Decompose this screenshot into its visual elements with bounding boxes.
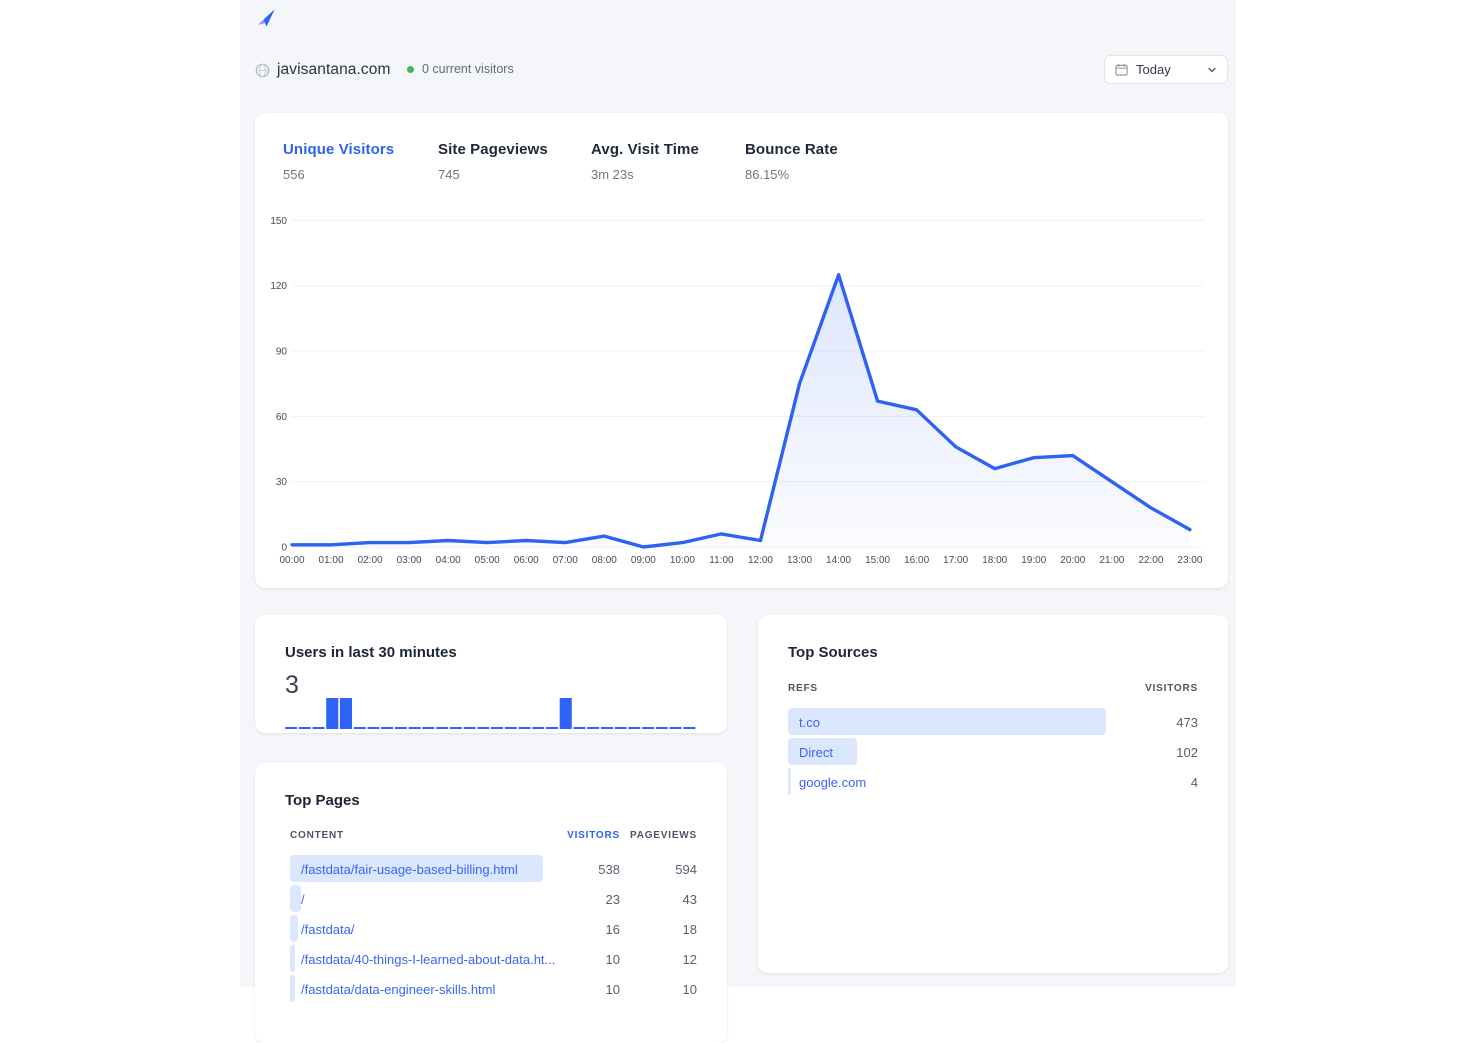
svg-text:20:00: 20:00 [1060,555,1085,566]
chevron-down-icon [1207,65,1217,75]
svg-text:0: 0 [281,543,287,554]
top-pages-title: Top Pages [285,792,360,809]
source-visitors-value: 102 [1176,745,1198,760]
source-visitors-value: 473 [1176,715,1198,730]
svg-text:11:00: 11:00 [709,555,734,566]
svg-text:120: 120 [270,281,287,292]
svg-text:12:00: 12:00 [748,555,773,566]
current-visitors-label: 0 current visitors [422,62,514,76]
page-visitors-value: 16 [606,922,620,937]
svg-text:19:00: 19:00 [1021,555,1046,566]
main-chart-card: Unique Visitors 556 Site Pageviews 745 A… [255,113,1228,588]
page-link[interactable]: /fastdata/fair-usage-based-billing.html [301,862,518,877]
row-value-bar [290,885,301,912]
svg-text:05:00: 05:00 [475,555,500,566]
svg-text:14:00: 14:00 [826,555,851,566]
svg-text:23:00: 23:00 [1177,555,1202,566]
top-sources-title: Top Sources [788,644,878,661]
row-value-bar [290,915,298,942]
svg-text:16:00: 16:00 [904,555,929,566]
svg-text:13:00: 13:00 [787,555,812,566]
page-link[interactable]: /fastdata/data-engineer-skills.html [301,982,495,997]
date-range-value: Today [1136,62,1207,77]
page-visitors-value: 23 [606,892,620,907]
last-30-minutes-bar-chart [285,698,697,729]
top-pages-card: Top Pages CONTENT VISITORS PAGEVIEWS /fa… [255,763,727,1043]
svg-text:15:00: 15:00 [865,555,890,566]
date-range-select[interactable]: Today [1104,55,1228,84]
globe-icon [255,63,270,78]
row-value-bar [290,975,295,1002]
svg-text:01:00: 01:00 [319,555,344,566]
svg-text:17:00: 17:00 [943,555,968,566]
svg-text:10:00: 10:00 [670,555,695,566]
page-pageviews-value: 12 [683,952,697,967]
column-refs: REFS [788,683,818,694]
last-30-minutes-title: Users in last 30 minutes [285,644,457,661]
svg-text:22:00: 22:00 [1138,555,1163,566]
row-value-bar [290,945,295,972]
source-row[interactable]: t.co 473 [758,708,1228,735]
page-pageviews-value: 594 [675,862,697,877]
svg-text:60: 60 [276,412,288,423]
last-30-minutes-count: 3 [285,671,299,700]
page-pageviews-value: 18 [683,922,697,937]
visitors-line-chart: 0 30 60 90 120 150 00:00 01:00 02:00 03:00 04:00 05… [255,113,1228,588]
calendar-icon [1115,63,1128,76]
svg-text:150: 150 [270,216,287,227]
logo-paper-plane-icon[interactable] [255,7,277,29]
source-link[interactable]: t.co [799,715,820,730]
last-30-minutes-card: Users in last 30 minutes 3 [255,615,727,733]
source-visitors-value: 4 [1191,775,1198,790]
page-visitors-value: 10 [606,982,620,997]
page-pageviews-value: 43 [683,892,697,907]
page-row[interactable]: / 23 43 [255,885,727,912]
column-pageviews[interactable]: PAGEVIEWS [630,830,697,841]
page-visitors-value: 10 [606,952,620,967]
row-value-bar [788,768,791,795]
svg-text:30: 30 [276,477,288,488]
svg-text:18:00: 18:00 [982,555,1007,566]
page-row[interactable]: /fastdata/40-things-I-learned-about-data… [255,945,727,972]
site-name: javisantana.com [277,61,391,79]
column-content: CONTENT [290,830,344,841]
current-visitors: 0 current visitors [407,62,514,76]
page-row[interactable]: /fastdata/16 18 [255,915,727,942]
svg-text:90: 90 [276,347,288,358]
svg-text:06:00: 06:00 [514,555,539,566]
page-link[interactable]: /fastdata/ [301,922,354,937]
page-row[interactable]: /fastdata/fair-usage-based-billing.html 5… [255,855,727,882]
svg-text:09:00: 09:00 [631,555,656,566]
source-row[interactable]: google.com 4 [758,768,1228,795]
svg-text:07:00: 07:00 [553,555,578,566]
svg-text:00:00: 00:00 [279,555,304,566]
page-link[interactable]: /fastdata/40-things-I-learned-about-data… [301,952,555,967]
svg-text:04:00: 04:00 [436,555,461,566]
analytics-app: javisantana.com 0 current visitors Today… [240,0,1236,987]
svg-text:08:00: 08:00 [592,555,617,566]
page-visitors-value: 538 [598,862,620,877]
source-link[interactable]: Direct [799,745,833,760]
top-sources-card: Top Sources REFS VISITORS t.co 473 Direct 1… [758,615,1228,973]
online-dot-icon [407,66,414,73]
page-link[interactable]: / [301,892,305,907]
svg-text:03:00: 03:00 [397,555,422,566]
svg-text:02:00: 02:00 [358,555,383,566]
site-switcher[interactable]: javisantana.com [255,59,391,81]
column-visitors-sorted[interactable]: VISITORS [567,830,620,841]
row-value-bar [788,708,1106,735]
page-row[interactable]: /fastdata/data-engineer-skills.html 10 10 [255,975,727,1002]
page-pageviews-value: 10 [683,982,697,997]
source-link[interactable]: google.com [799,775,866,790]
svg-text:21:00: 21:00 [1099,555,1124,566]
source-row[interactable]: Direct 102 [758,738,1228,765]
column-visitors[interactable]: VISITORS [1145,683,1198,694]
